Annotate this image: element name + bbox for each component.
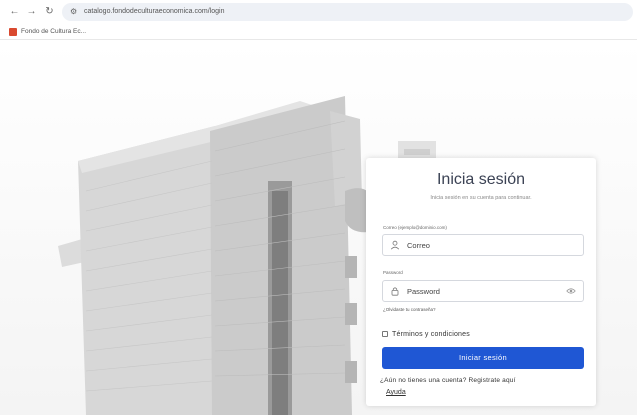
bookmark-favicon-icon: [9, 28, 17, 36]
login-subtitle: Inicia sesión en su cuenta para continua…: [430, 195, 532, 201]
bookmark-item[interactable]: Fondo de Cultura Ec...: [21, 27, 86, 37]
back-arrow-icon[interactable]: ←: [8, 5, 21, 18]
eye-icon[interactable]: [566, 287, 576, 295]
reload-icon[interactable]: ↻: [43, 5, 56, 18]
site-info-icon[interactable]: ⚙: [70, 6, 77, 18]
user-icon: [390, 240, 400, 250]
address-bar[interactable]: ⚙ catalogo.fondodeculturaeconomica.com/l…: [62, 3, 633, 21]
help-link[interactable]: Ayuda: [386, 388, 406, 397]
forward-arrow-icon[interactable]: →: [25, 5, 38, 18]
forgot-password-link[interactable]: ¿Olvidaste tu contraseña?: [383, 307, 436, 313]
password-placeholder[interactable]: Password: [407, 286, 440, 297]
register-link[interactable]: ¿Aún no tienes una cuenta? Registrate aq…: [380, 376, 516, 385]
terms-checkbox[interactable]: [382, 331, 388, 337]
login-title: Inicia sesión: [436, 171, 526, 188]
email-placeholder[interactable]: Correo: [407, 240, 430, 251]
email-field[interactable]: Correo: [382, 234, 584, 256]
login-card: Inicia sesión Inicia sesión en su cuenta…: [366, 158, 596, 406]
password-field[interactable]: Password: [382, 280, 584, 302]
browser-toolbar: ← → ↻ ⚙ catalogo.fondodeculturaeconomica…: [0, 0, 637, 24]
lock-icon: [391, 287, 399, 296]
login-button[interactable]: Iniciar sesión: [382, 347, 584, 369]
url-text[interactable]: catalogo.fondodeculturaeconomica.com/log…: [84, 7, 224, 17]
password-label: Password: [383, 270, 403, 275]
terms-label[interactable]: Términos y condiciones: [392, 330, 470, 339]
bookmarks-bar: Fondo de Cultura Ec...: [0, 24, 637, 40]
email-label: Correo (ejemplo@dominio.com): [383, 225, 447, 230]
